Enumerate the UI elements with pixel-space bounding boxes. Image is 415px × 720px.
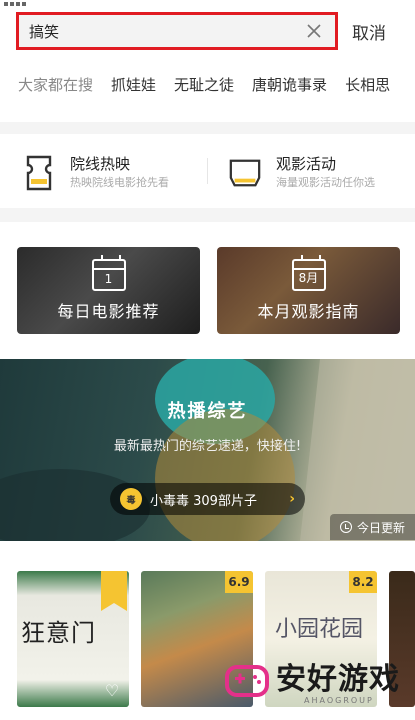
- cancel-button[interactable]: 取消: [352, 14, 412, 48]
- feature-subtitle: 海量观影活动任你选: [276, 176, 375, 189]
- search-box[interactable]: [16, 12, 338, 50]
- feature-screening-events[interactable]: 观影活动 海量观影活动任你选: [228, 148, 375, 198]
- hot-search-label: 大家都在搜: [18, 76, 94, 94]
- poster-title: 狂意门: [21, 619, 96, 647]
- search-input[interactable]: [29, 22, 303, 40]
- feature-subtitle: 热映院线电影抢先看: [70, 176, 169, 189]
- hot-search-item[interactable]: 唐朝诡事录: [252, 74, 327, 95]
- score-badge: 6.9: [225, 571, 253, 593]
- banner-subtitle: 最新最热门的综艺速递，快接住!: [113, 439, 302, 454]
- watermark: 安好游戏 AHAOGROUP: [224, 640, 415, 720]
- watermark-subtext: AHAOGROUP: [304, 696, 374, 705]
- collection-pill[interactable]: 毒 小毒毒 309部片子 ›: [110, 483, 305, 515]
- collection-label: 小毒毒 309部片子: [150, 493, 257, 509]
- status-indicator: [4, 2, 26, 6]
- gamepad-logo-icon: [225, 665, 269, 697]
- guide-title: 本月观影指南: [257, 302, 360, 321]
- section-divider: [0, 122, 415, 134]
- avatar: 毒: [120, 488, 142, 510]
- monthly-guide-card[interactable]: 8月 本月观影指南: [217, 247, 400, 334]
- watermark-text: 安好游戏: [276, 662, 400, 697]
- feature-title: 院线热映: [70, 155, 131, 173]
- chevron-right-icon: ›: [289, 491, 295, 507]
- poster-title: 小园花园: [275, 617, 364, 642]
- poster-card[interactable]: 狂意门 ♡: [17, 571, 129, 707]
- ticket-icon: [22, 154, 56, 192]
- calendar-icon: 1: [91, 255, 126, 291]
- section-divider: [0, 208, 415, 222]
- clock-icon: [339, 521, 352, 533]
- guide-title: 每日电影推荐: [57, 302, 160, 321]
- score-badge: 8.2: [349, 571, 377, 593]
- cinema-screen-icon: [228, 154, 262, 192]
- today-update-badge: 今日更新: [329, 514, 415, 540]
- calendar-icon: 8月: [291, 255, 326, 291]
- variety-show-banner[interactable]: 热播综艺 最新最热门的综艺速递，快接住! 毒 小毒毒 309部片子 › 今日更新: [0, 359, 415, 541]
- add-favorite-icon[interactable]: ♡: [101, 681, 123, 701]
- hot-search-item[interactable]: 长相思: [345, 74, 390, 95]
- banner-title: 热播综艺: [167, 401, 248, 422]
- today-update-label: 今日更新: [356, 520, 405, 535]
- feature-divider: [207, 158, 208, 184]
- clear-icon[interactable]: [303, 20, 325, 42]
- hot-search-row: 大家都在搜 抓娃娃 无耻之徒 唐朝诡事录 长相思: [0, 74, 415, 106]
- feature-now-showing[interactable]: 院线热映 热映院线电影抢先看: [22, 148, 169, 198]
- daily-recommend-card[interactable]: 1 每日电影推荐: [17, 247, 200, 334]
- hot-search-item[interactable]: 抓娃娃: [111, 74, 156, 95]
- bookmark-icon: [101, 571, 127, 611]
- feature-title: 观影活动: [276, 155, 337, 173]
- hot-search-item[interactable]: 无耻之徒: [174, 74, 234, 95]
